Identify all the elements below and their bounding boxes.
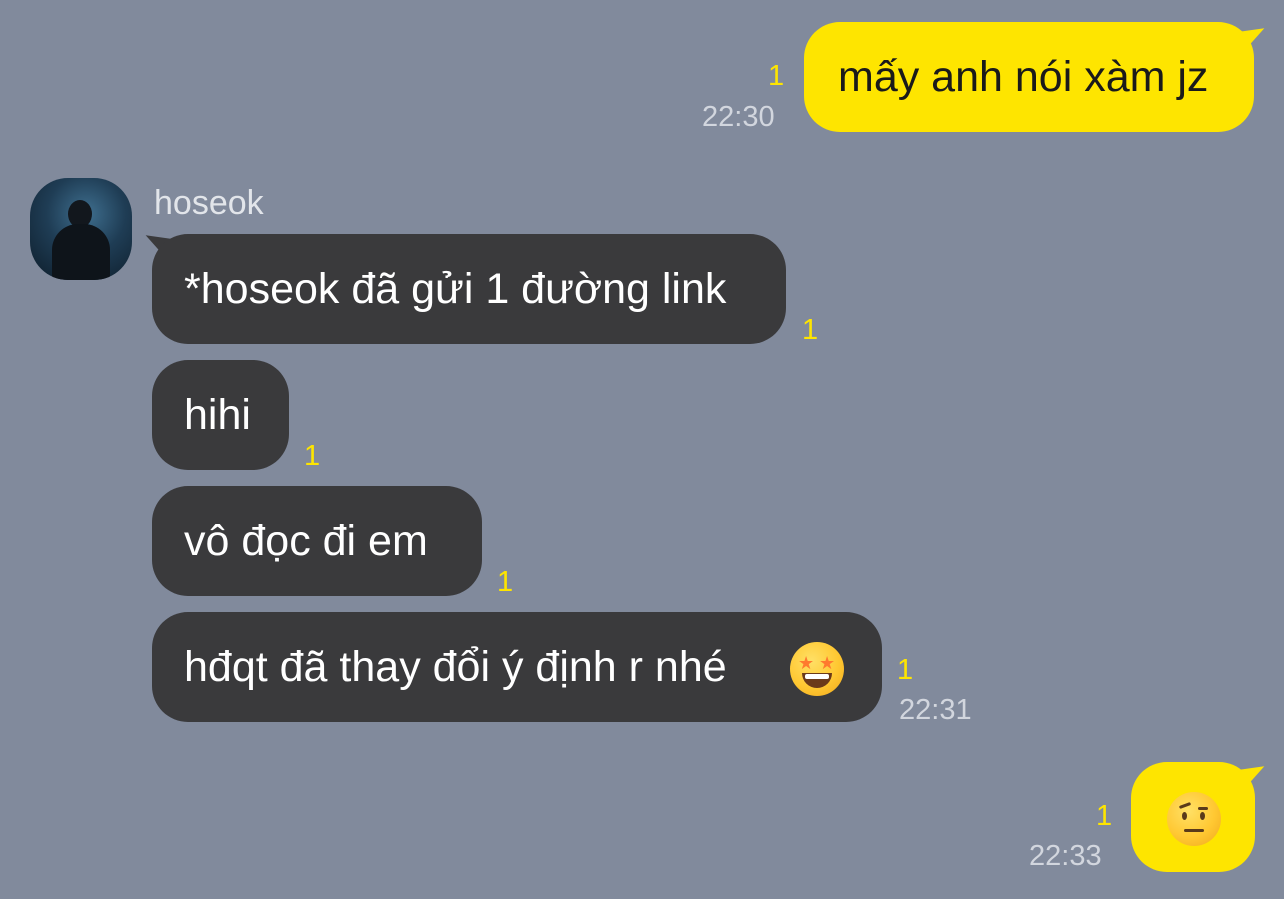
unread-count: 1 [802, 314, 819, 346]
incoming-message-bubble[interactable]: hihi [152, 360, 289, 470]
star-struck-emoji: ★ ★ [790, 642, 844, 696]
avatar-body-shape [52, 224, 110, 280]
unread-count: 1 [304, 440, 321, 472]
bubble-tail [1238, 28, 1268, 54]
message-timestamp: 22:33 [1029, 840, 1102, 872]
contact-avatar[interactable] [30, 178, 132, 280]
message-timestamp: 22:30 [702, 101, 775, 133]
incoming-message-bubble[interactable]: hđqt đã thay đổi ý định r nhé ★ ★ [152, 612, 882, 722]
face-with-raised-eyebrow-emoji [1167, 792, 1221, 846]
unread-count: 1 [497, 566, 514, 598]
message-text: hđqt đã thay đổi ý định r nhé [184, 643, 727, 691]
message-text: vô đọc đi em [184, 517, 428, 565]
unread-count: 1 [1096, 800, 1113, 832]
outgoing-message-bubble[interactable] [1131, 762, 1255, 872]
unread-count: 1 [897, 654, 914, 686]
incoming-message-bubble[interactable]: *hoseok đã gửi 1 đường link [152, 234, 786, 344]
message-text: hihi [184, 391, 251, 439]
bubble-tail [1238, 766, 1268, 792]
outgoing-message-bubble[interactable]: mấy anh nói xàm jz [804, 22, 1254, 132]
unread-count: 1 [768, 60, 785, 92]
sender-name: hoseok [154, 184, 264, 222]
message-timestamp: 22:31 [899, 694, 972, 726]
message-text: mấy anh nói xàm jz [838, 53, 1209, 101]
incoming-message-bubble[interactable]: vô đọc đi em [152, 486, 482, 596]
message-text: *hoseok đã gửi 1 đường link [184, 265, 727, 313]
